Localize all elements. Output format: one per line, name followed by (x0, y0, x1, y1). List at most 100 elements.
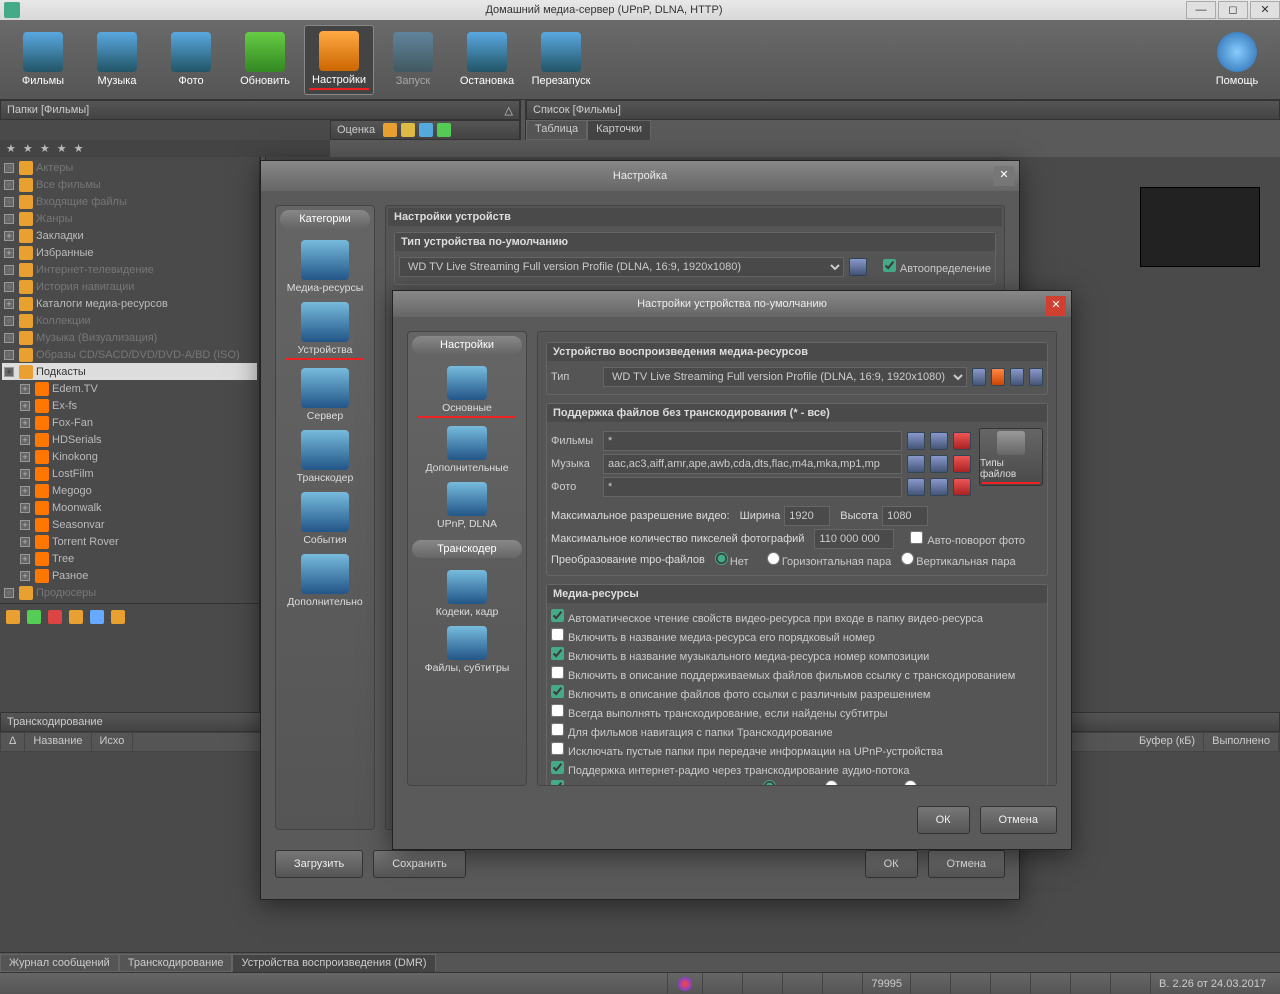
mpo-vertical-radio[interactable] (901, 552, 914, 565)
music-input[interactable] (603, 454, 902, 474)
tree-item[interactable]: +Музыка (Визуализация) (2, 329, 257, 346)
expand-icon[interactable]: + (20, 571, 30, 581)
col-header[interactable]: Δ (1, 733, 25, 751)
tree-item[interactable]: +LostFilm (2, 465, 257, 482)
width-input[interactable] (784, 506, 830, 526)
tree-item[interactable]: +Подкасты (2, 363, 257, 380)
films-input[interactable] (603, 431, 902, 451)
option-checkbox[interactable] (551, 609, 564, 622)
cancel-button[interactable]: Отмена (980, 806, 1057, 834)
option-checkbox[interactable] (551, 647, 564, 660)
expand-icon[interactable]: + (4, 265, 14, 275)
mpo-horizontal-radio[interactable] (767, 552, 780, 565)
expand-icon[interactable]: + (4, 333, 14, 343)
col-header[interactable]: Название (25, 733, 91, 751)
tree-item[interactable]: +Tree (2, 550, 257, 567)
remove-icon[interactable] (953, 478, 971, 496)
category-item[interactable]: Сервер (280, 362, 370, 424)
tree-item[interactable]: +Разное (2, 567, 257, 584)
tree-item[interactable]: +Megogo (2, 482, 257, 499)
col-header[interactable]: Исхо (92, 733, 134, 751)
tree-item[interactable]: +Образы CD/SACD/DVD/DVD-A/BD (ISO) (2, 346, 257, 363)
tree-item[interactable]: +Moonwalk (2, 499, 257, 516)
photo-input[interactable] (603, 477, 902, 497)
tree-item[interactable]: +Актеры (2, 159, 257, 176)
expand-icon[interactable]: + (20, 384, 30, 394)
save-button[interactable]: Сохранить (373, 850, 466, 878)
tree-item[interactable]: +HDSerials (2, 431, 257, 448)
toolbar-icon[interactable] (48, 610, 62, 624)
option-checkbox[interactable] (551, 761, 564, 774)
expand-icon[interactable]: + (20, 503, 30, 513)
expand-icon[interactable]: + (4, 350, 14, 360)
remove-icon[interactable] (953, 455, 971, 473)
toolbar-Музыка[interactable]: Музыка (82, 25, 152, 95)
add-icon[interactable] (930, 478, 948, 496)
expand-icon[interactable]: + (20, 469, 30, 479)
tree-item[interactable]: +История навигации (2, 278, 257, 295)
tree-item[interactable]: +Продюсеры (2, 584, 257, 601)
option-checkbox[interactable] (551, 628, 564, 641)
minimize-button[interactable]: — (1186, 1, 1216, 19)
expand-icon[interactable]: + (4, 163, 14, 173)
device-profile-combo[interactable]: WD TV Live Streaming Full version Profil… (399, 257, 844, 277)
list-icon[interactable] (907, 478, 925, 496)
copy-icon[interactable] (1010, 368, 1024, 386)
key-icon[interactable] (401, 123, 415, 137)
category-item[interactable]: Транскодер (280, 424, 370, 486)
col-header[interactable]: Выполнено (1204, 733, 1279, 751)
close-button[interactable]: ✕ (1250, 1, 1280, 19)
tree-item[interactable]: +Fox-Fan (2, 414, 257, 431)
down-icon[interactable] (437, 123, 451, 137)
expand-icon[interactable]: + (4, 180, 14, 190)
gear-icon[interactable] (1029, 368, 1043, 386)
maxpixels-input[interactable] (814, 529, 894, 549)
toolbar-Настройки[interactable]: Настройки (304, 25, 374, 95)
encoding-radio[interactable] (904, 780, 917, 786)
toolbar-Перезапуск[interactable]: Перезапуск (526, 25, 596, 95)
expand-icon[interactable]: + (4, 367, 14, 377)
expand-icon[interactable]: + (4, 214, 14, 224)
load-button[interactable]: Загрузить (275, 850, 363, 878)
toolbar-Фото[interactable]: Фото (156, 25, 226, 95)
tree-item[interactable]: +Входящие файлы (2, 193, 257, 210)
option-checkbox[interactable] (551, 666, 564, 679)
rating-stars[interactable]: ★ ★ ★ ★ ★ (0, 140, 330, 157)
auto-detect-checkbox[interactable] (883, 259, 896, 272)
ok-button[interactable]: ОК (865, 850, 918, 878)
tree-item[interactable]: +Каталоги медиа-ресурсов (2, 295, 257, 312)
ok-button[interactable]: ОК (917, 806, 970, 834)
expand-icon[interactable]: + (4, 316, 14, 326)
remove-icon[interactable] (953, 432, 971, 450)
subcategory-item[interactable]: UPnP, DLNA (412, 476, 522, 532)
subcategory-item[interactable]: Кодеки, кадр (412, 564, 522, 620)
toolbar-icon[interactable] (111, 610, 125, 624)
toolbar-Остановка[interactable]: Остановка (452, 25, 522, 95)
dialog-close-button[interactable]: ✕ (994, 166, 1014, 186)
expand-icon[interactable]: + (20, 554, 30, 564)
height-input[interactable] (882, 506, 928, 526)
wrench-icon[interactable] (849, 258, 867, 276)
expand-icon[interactable]: + (4, 282, 14, 292)
mpo-none-radio[interactable] (715, 552, 728, 565)
maximize-button[interactable]: ◻ (1218, 1, 1248, 19)
category-item[interactable]: Медиа-ресурсы (280, 234, 370, 296)
col-header[interactable]: Буфер (кБ) (1131, 733, 1204, 751)
encoding-radio[interactable] (825, 780, 838, 786)
toolbar-Фильмы[interactable]: Фильмы (8, 25, 78, 95)
save-icon[interactable] (972, 368, 986, 386)
category-item[interactable]: События (280, 486, 370, 548)
add-icon[interactable] (930, 455, 948, 473)
tree-item[interactable]: +Жанры (2, 210, 257, 227)
expand-icon[interactable]: + (20, 435, 30, 445)
bottom-tab[interactable]: Журнал сообщений (0, 954, 119, 972)
expand-icon[interactable]: + (4, 248, 14, 258)
bottom-tab[interactable]: Устройства воспроизведения (DMR) (232, 954, 435, 972)
help-button[interactable]: Помощь (1202, 25, 1272, 95)
tree-item[interactable]: +Избранные (2, 244, 257, 261)
option-checkbox[interactable] (551, 723, 564, 736)
expand-icon[interactable]: + (4, 588, 14, 598)
option-checkbox[interactable] (551, 742, 564, 755)
tree-item[interactable]: +Edem.TV (2, 380, 257, 397)
expand-icon[interactable]: + (20, 418, 30, 428)
